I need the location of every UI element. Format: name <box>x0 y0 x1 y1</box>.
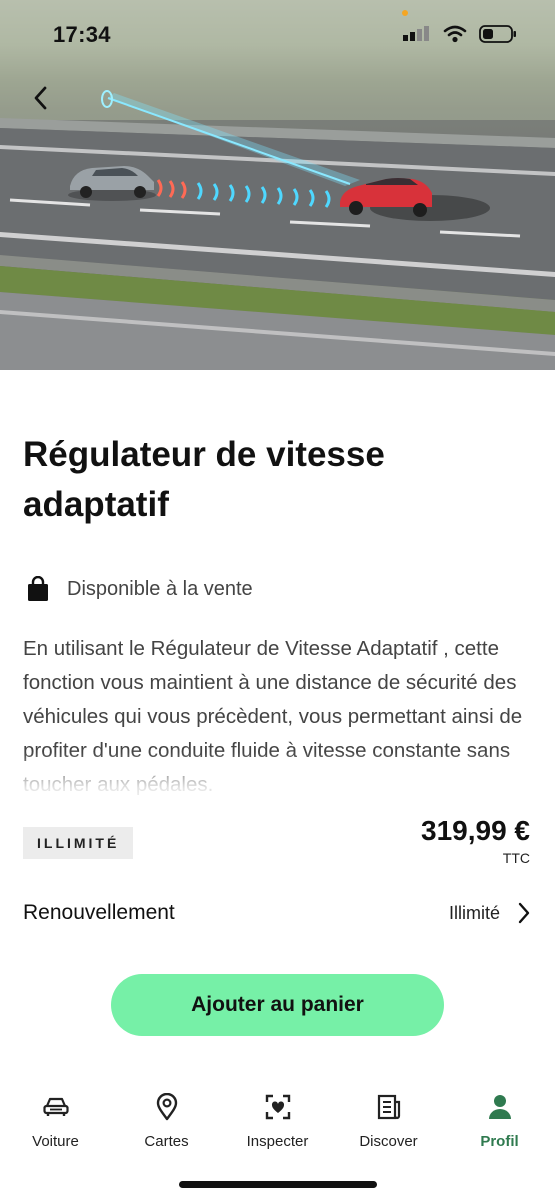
duration-badge: ILLIMITÉ <box>23 827 134 859</box>
battery-icon <box>479 25 516 43</box>
chevron-left-icon <box>34 86 47 110</box>
status-bar: 17:34 <box>0 0 555 75</box>
tab-bar: Voiture Cartes Inspecter Discover Profil <box>0 1080 555 1170</box>
tab-voiture[interactable]: Voiture <box>0 1080 111 1170</box>
tab-profil[interactable]: Profil <box>444 1080 555 1170</box>
price-block: 319,99 € TTC <box>421 814 530 866</box>
tab-label: Cartes <box>144 1133 189 1150</box>
status-time: 17:34 <box>53 22 111 47</box>
renewal-value: Illimité <box>448 902 500 923</box>
home-indicator <box>179 1181 377 1188</box>
privacy-dot <box>402 10 408 16</box>
tab-discover[interactable]: Discover <box>333 1080 444 1170</box>
tab-cartes[interactable]: Cartes <box>111 1080 222 1170</box>
renewal-row[interactable]: Renouvellement Illimité <box>23 893 530 933</box>
shopping-bag-icon <box>28 576 48 601</box>
news-icon <box>377 1094 400 1120</box>
price-value: 319,99 € <box>421 815 530 846</box>
wifi-icon <box>443 25 467 43</box>
chevron-right-icon <box>518 902 530 924</box>
back-button[interactable] <box>26 84 54 112</box>
profile-icon <box>488 1095 511 1119</box>
car-icon <box>42 1097 69 1116</box>
renewal-label: Renouvellement <box>23 901 175 924</box>
signal-icon <box>403 26 429 41</box>
product-title: Régulateur de vitesse adaptatif <box>23 435 385 524</box>
description: En utilisant le Régulateur de Vitesse Ad… <box>23 632 533 812</box>
availability-text: Disponible à la vente <box>67 577 253 600</box>
tab-label: Discover <box>359 1133 418 1150</box>
description-fade <box>23 752 533 812</box>
tab-label: Inspecter <box>246 1133 309 1150</box>
price-tax-label: TTC <box>502 850 530 866</box>
tab-label: Voiture <box>32 1133 79 1150</box>
tab-label: Profil <box>480 1133 519 1150</box>
availability: Disponible à la vente <box>27 576 253 602</box>
inspect-heart-icon <box>265 1094 290 1120</box>
add-to-cart-button[interactable]: Ajouter au panier <box>111 974 444 1036</box>
map-pin-icon <box>156 1093 177 1121</box>
tab-inspecter[interactable]: Inspecter <box>222 1080 333 1170</box>
